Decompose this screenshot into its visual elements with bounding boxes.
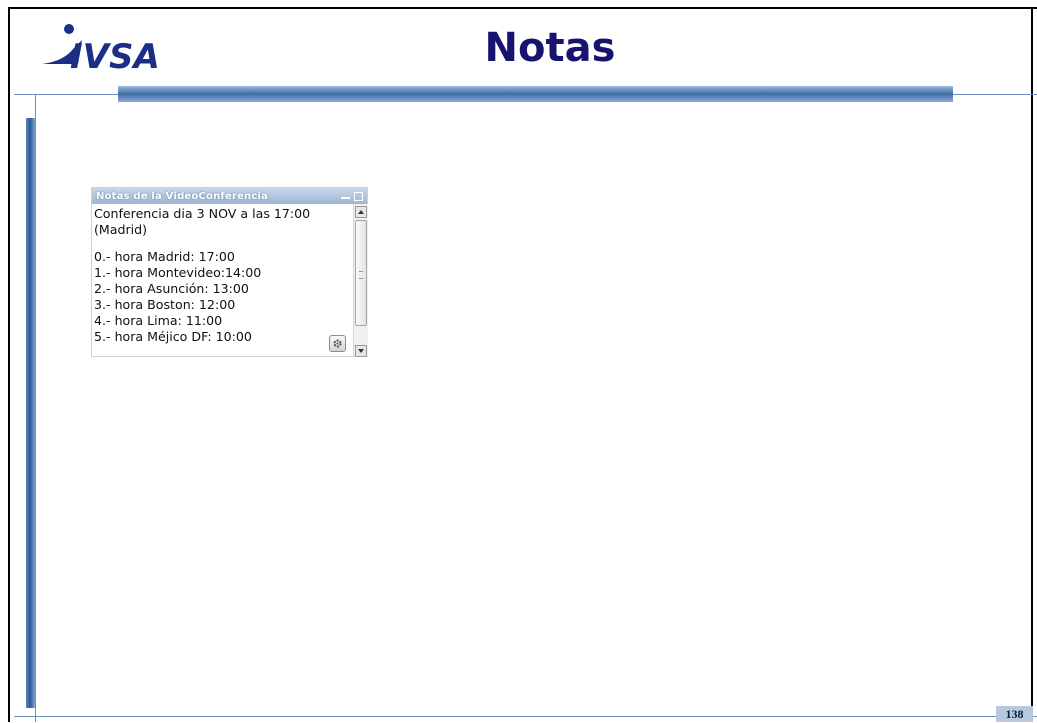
notes-titlebar[interactable]: Notas de la VideoConferencia xyxy=(92,188,367,204)
left-accent-bar xyxy=(26,118,35,708)
window-controls xyxy=(341,191,363,201)
page-number: 138 xyxy=(996,706,1033,722)
notes-line: 4.- hora Lima: 11:00 xyxy=(94,313,223,328)
notes-scrollbar[interactable] xyxy=(353,204,368,357)
notes-line: 2.- hora Asunción: 13:00 xyxy=(94,281,249,296)
notes-line: 5.- hora Méjico DF: 10:00 xyxy=(94,329,252,344)
notes-line-blank xyxy=(94,238,349,249)
scroll-up-icon[interactable] xyxy=(355,206,367,218)
notes-line: (Madrid) xyxy=(94,222,148,237)
notes-line: 0.- hora Madrid: 17:00 xyxy=(94,249,235,264)
maximize-icon[interactable] xyxy=(354,191,363,201)
footer-rule xyxy=(14,716,1037,717)
notes-line: Conferencia dia 3 NOV a las 17:00 xyxy=(94,206,311,221)
frame-right-border xyxy=(1031,7,1033,722)
gear-icon[interactable] xyxy=(329,335,346,352)
logo-text: IVSA xyxy=(70,37,160,77)
minimize-icon[interactable] xyxy=(341,193,350,199)
notes-body: Conferencia dia 3 NOV a las 17:00 (Madri… xyxy=(92,204,368,357)
frame-top-border xyxy=(8,7,1037,9)
notes-panel-title: Notas de la VideoConferencia xyxy=(96,190,269,202)
page-title: Notas xyxy=(484,25,616,71)
scroll-thumb[interactable] xyxy=(355,220,367,326)
notes-line: 3.- hora Boston: 12:00 xyxy=(94,297,236,312)
header-accent-bar xyxy=(118,86,953,102)
scroll-down-icon[interactable] xyxy=(355,345,367,357)
notes-textarea[interactable]: Conferencia dia 3 NOV a las 17:00 (Madri… xyxy=(94,206,349,345)
notes-line: 1.- hora Montevideo:14:00 xyxy=(94,265,262,280)
left-thin-rule xyxy=(35,95,36,722)
frame-left-border xyxy=(8,7,10,722)
notes-panel: Notas de la VideoConferencia Conferencia… xyxy=(91,187,368,357)
ivsa-logo: IVSA xyxy=(36,18,166,78)
